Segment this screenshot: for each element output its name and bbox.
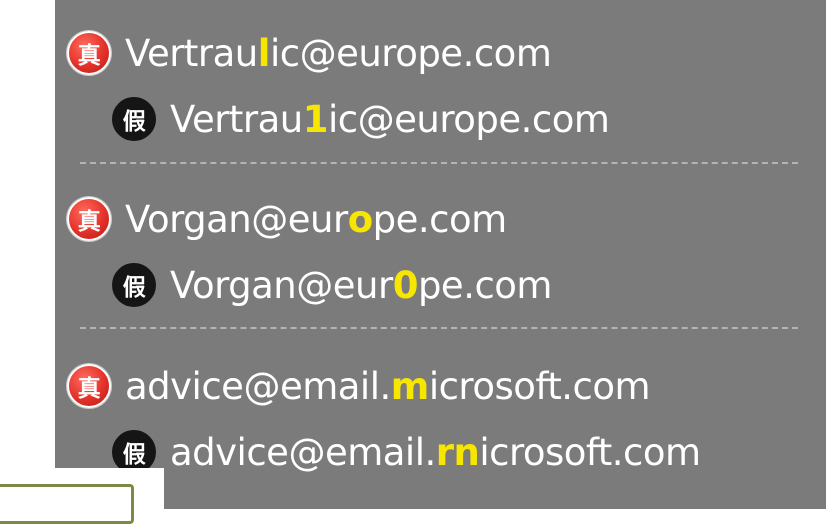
email-before: Vertrau: [170, 97, 303, 141]
real-email-row-2: 真 Vorgan@europe.com: [67, 194, 507, 244]
real-badge-icon: 真: [67, 31, 111, 75]
real-badge-icon: 真: [67, 364, 111, 408]
highlighted-char: o: [347, 197, 373, 241]
highlighted-char: rn: [435, 430, 480, 474]
email-after: pe.com: [372, 197, 508, 241]
email-text: Vertrau1ic@europe.com: [170, 97, 610, 141]
email-after: icrosoft.com: [428, 364, 651, 408]
dashed-separator: [80, 162, 798, 164]
email-after: ic@europe.com: [328, 97, 610, 141]
fake-email-row-2: 假 Vorgan@eur0pe.com: [112, 260, 552, 310]
email-after: icrosoft.com: [479, 430, 701, 474]
highlighted-char: 0: [392, 263, 419, 307]
email-text: advice@email.rnicrosoft.com: [170, 431, 701, 474]
framed-box: [0, 484, 134, 524]
email-text: Vorgan@europe.com: [125, 198, 507, 241]
email-after: ic@europe.com: [269, 31, 552, 75]
fake-email-row-3: 假 advice@email.rnicrosoft.com: [112, 427, 701, 477]
fake-badge-icon: 假: [112, 263, 156, 307]
email-before: Vertrau: [125, 31, 258, 75]
email-text: advice@email.microsoft.com: [125, 364, 651, 408]
highlighted-char: m: [390, 364, 430, 408]
email-before: advice@email.: [170, 430, 436, 474]
real-badge-icon: 真: [67, 197, 111, 241]
email-text: Vorgan@eur0pe.com: [170, 264, 552, 307]
real-email-row-1: 真 Vertraulic@europe.com: [67, 28, 552, 78]
fake-email-row-1: 假 Vertrau1ic@europe.com: [112, 94, 610, 144]
fake-badge-icon: 假: [112, 97, 156, 141]
highlighted-char: l: [257, 31, 271, 75]
highlighted-char: 1: [302, 97, 329, 141]
real-email-row-3: 真 advice@email.microsoft.com: [67, 361, 651, 411]
email-after: pe.com: [417, 263, 553, 307]
dashed-separator: [80, 327, 798, 329]
email-before: Vorgan@eur: [125, 197, 348, 241]
email-before: Vorgan@eur: [170, 263, 393, 307]
email-text: Vertraulic@europe.com: [125, 31, 552, 75]
email-before: advice@email.: [125, 364, 391, 408]
